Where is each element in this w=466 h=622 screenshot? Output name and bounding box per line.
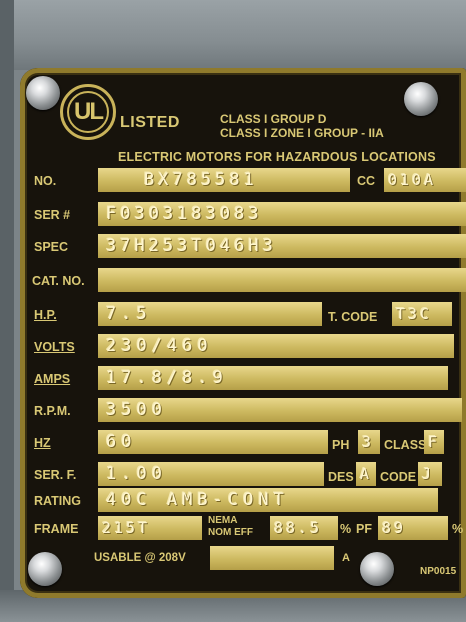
volts-value: 230/460 (98, 334, 454, 358)
class-label: CLASS (384, 438, 427, 452)
frame-label: FRAME (34, 522, 79, 536)
nom-eff-value: 88.5 (270, 516, 338, 540)
nom-eff-percent-label: % (340, 522, 352, 536)
amps-value: 17.8/8.9 (98, 366, 448, 390)
motor-housing-top (0, 0, 466, 70)
pf-label: PF (356, 522, 372, 536)
cat-no-value (98, 268, 466, 292)
rating-value: 40C AMB-CONT (98, 488, 438, 512)
hz-label: HZ (34, 436, 51, 450)
class-value: F (424, 430, 444, 454)
class-line-1: CLASS I GROUP D (220, 112, 327, 126)
class-line-2: CLASS I ZONE I GROUP - IIA (220, 126, 384, 140)
usable-a-label: A (342, 552, 350, 564)
pf-value: 89 (378, 516, 448, 540)
hz-value: 60 (98, 430, 328, 454)
amps-label: AMPS (34, 372, 71, 386)
rpm-value: 3500 (98, 398, 462, 422)
code-label: CODE (380, 470, 417, 484)
ser-value: F0303183083 (98, 202, 466, 226)
hp-value: 7.5 (98, 302, 322, 326)
pf-percent-label: % (452, 522, 464, 536)
rivet-bottom-right-icon (360, 552, 394, 586)
nom-eff-label: NOM EFF (208, 527, 253, 538)
cat-no-label: CAT. NO. (32, 274, 85, 288)
des-label: DES (328, 470, 354, 484)
rpm-label: R.P.M. (34, 404, 71, 418)
nema-label: NEMA (208, 515, 238, 526)
hp-label: H.P. (34, 308, 57, 322)
ph-value: 3 (358, 430, 380, 454)
hazard-line: ELECTRIC MOTORS FOR HAZARDOUS LOCATIONS (118, 150, 436, 164)
serial-no-value: BX785581 (98, 168, 350, 192)
frame-value: 215T (98, 516, 202, 540)
rating-label: RATING (34, 494, 81, 508)
ph-label: PH (332, 438, 350, 452)
motor-housing-edge (0, 0, 14, 622)
cc-value: 010A (384, 168, 466, 192)
ser-label: SER # (34, 208, 71, 222)
rivet-top-left-icon (26, 76, 60, 110)
listed-label: LISTED (120, 114, 180, 131)
spec-label: SPEC (34, 240, 69, 254)
part-number: NP0015 (420, 566, 457, 577)
des-value: A (356, 462, 376, 486)
code-value: J (418, 462, 442, 486)
no-label: NO. (34, 174, 57, 188)
rivet-bottom-left-icon (28, 552, 62, 586)
cc-label: CC (357, 174, 376, 188)
usable-value (210, 546, 334, 570)
rivet-top-right-icon (404, 82, 438, 116)
spec-value: 37H253T046H3 (98, 234, 466, 258)
volts-label: VOLTS (34, 340, 75, 354)
usable-label: USABLE @ 208V (94, 552, 186, 564)
t-code-label: T. CODE (328, 310, 378, 324)
ser-f-value: 1.00 (98, 462, 324, 486)
t-code-value: T3C (392, 302, 452, 326)
ul-logo-icon: UL (60, 84, 116, 140)
ser-f-label: SER. F. (34, 468, 77, 482)
